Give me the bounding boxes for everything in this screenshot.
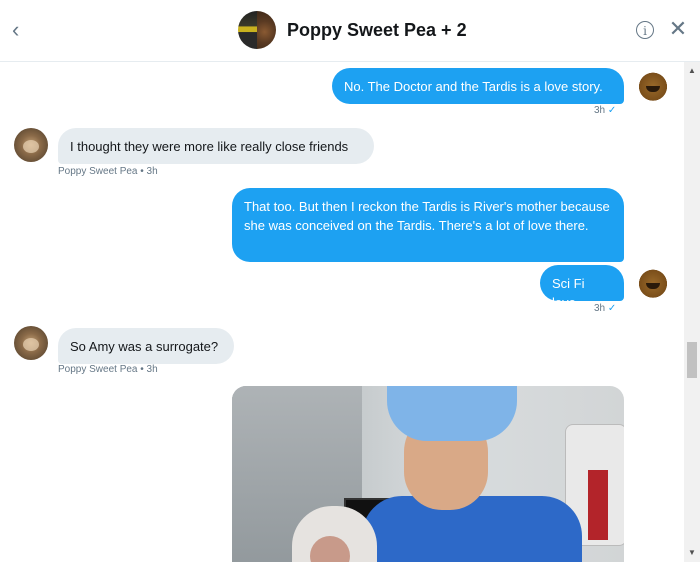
- info-icon[interactable]: i: [636, 21, 654, 39]
- read-check-icon: ✓: [607, 105, 617, 116]
- message-meta: Poppy Sweet Pea • 3h: [58, 166, 158, 177]
- shared-photo[interactable]: [232, 386, 624, 562]
- message-text: I thought they were more like really clo…: [70, 139, 349, 154]
- message-text: Sci Fi love.: [552, 276, 585, 310]
- conversation-header: ‹ Poppy Sweet Pea + 2 i ✕: [0, 0, 700, 62]
- scrollbar-thumb[interactable]: [687, 342, 697, 378]
- photo-device-panel: [588, 470, 608, 540]
- message-time: 3h: [594, 105, 606, 116]
- message-bubble-outgoing[interactable]: That too. But then I reckon the Tardis i…: [232, 188, 624, 262]
- message-text: No. The Doctor and the Tardis is a love …: [344, 79, 603, 94]
- close-icon[interactable]: ✕: [668, 16, 688, 42]
- message-text: So Amy was a surrogate?: [70, 339, 219, 354]
- photo-gown: [362, 496, 582, 562]
- message-text: That too. But then I reckon the Tardis i…: [244, 199, 610, 233]
- back-arrow-icon[interactable]: ‹: [12, 18, 32, 42]
- message-meta: Poppy Sweet Pea • 3h: [58, 364, 158, 375]
- message-list[interactable]: No. The Doctor and the Tardis is a love …: [0, 62, 684, 562]
- poppy-avatar[interactable]: [14, 128, 48, 162]
- scrollbar[interactable]: ▲ ▼: [684, 62, 700, 562]
- message-bubble-outgoing[interactable]: Sci Fi love.: [540, 265, 624, 310]
- poppy-avatar[interactable]: [14, 326, 48, 360]
- scroll-down-icon[interactable]: ▼: [688, 548, 696, 557]
- message-bubble-incoming[interactable]: I thought they were more like really clo…: [58, 128, 374, 164]
- message-meta: 3h ✓: [594, 105, 616, 117]
- group-avatar-right: [257, 11, 276, 49]
- message-meta: 3h ✓: [594, 303, 616, 315]
- message-bubble-outgoing[interactable]: No. The Doctor and the Tardis is a love …: [332, 68, 624, 104]
- photo-surgical-cap: [387, 386, 517, 441]
- scroll-up-icon[interactable]: ▲: [688, 66, 696, 75]
- group-avatar[interactable]: [238, 11, 276, 49]
- conversation-title[interactable]: Poppy Sweet Pea + 2: [287, 18, 467, 42]
- scooby-avatar[interactable]: [636, 68, 670, 102]
- group-avatar-left: [238, 11, 257, 49]
- read-check-icon: ✓: [607, 303, 617, 314]
- message-time: 3h: [594, 303, 606, 314]
- message-bubble-incoming[interactable]: So Amy was a surrogate?: [58, 328, 234, 364]
- scooby-avatar[interactable]: [636, 265, 670, 299]
